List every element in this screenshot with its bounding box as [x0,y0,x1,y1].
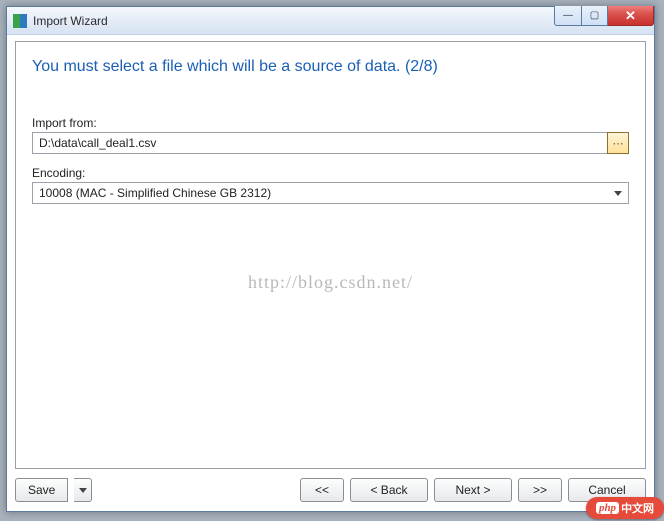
next-button[interactable]: Next > [434,478,512,502]
cancel-button[interactable]: Cancel [568,478,646,502]
minimize-button[interactable]: — [554,6,582,26]
nav-buttons: << < Back Next > >> Cancel [300,478,646,502]
last-button[interactable]: >> [518,478,562,502]
chevron-down-icon [614,191,622,196]
back-button[interactable]: < Back [350,478,428,502]
footer-bar: Save << < Back Next > >> Cancel [15,475,646,505]
window-title: Import Wizard [33,14,108,28]
import-wizard-window: Import Wizard — ▢ ✕ You must select a fi… [6,6,655,512]
save-dropdown-button[interactable] [74,478,92,502]
window-buttons: — ▢ ✕ [554,6,654,26]
client-area: You must select a file which will be a s… [15,41,646,469]
import-from-row: ⋯ [32,132,629,154]
import-from-label: Import from: [32,116,629,130]
import-from-input[interactable] [32,132,607,154]
watermark-text: http://blog.csdn.net/ [16,272,645,293]
save-split-button: Save [15,478,92,502]
app-icon [13,14,27,28]
first-button[interactable]: << [300,478,344,502]
step-headline: You must select a file which will be a s… [32,58,629,76]
browse-button[interactable]: ⋯ [607,132,629,154]
maximize-button[interactable]: ▢ [582,6,608,26]
encoding-value: 10008 (MAC - Simplified Chinese GB 2312) [39,186,271,200]
encoding-label: Encoding: [32,166,629,180]
ellipsis-icon: ⋯ [613,137,624,150]
encoding-combobox[interactable]: 10008 (MAC - Simplified Chinese GB 2312) [32,182,629,204]
titlebar[interactable]: Import Wizard — ▢ ✕ [7,7,654,35]
save-button[interactable]: Save [15,478,68,502]
close-button[interactable]: ✕ [608,6,654,26]
